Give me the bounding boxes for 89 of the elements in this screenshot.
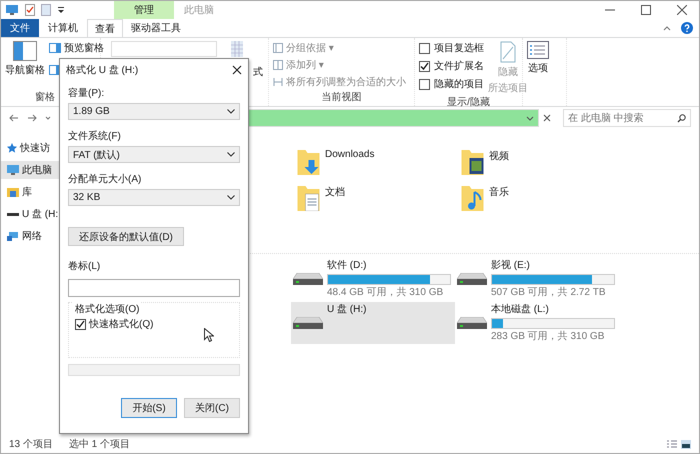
sidebar-item[interactable]: U 盘 (H: [1,205,101,223]
group-by-button[interactable]: 分组依据 ▾ [273,41,410,55]
drive-icon [7,212,19,216]
drive-item[interactable]: 本地磁盘 (L:) 283 GB 可用，共 310 GB [455,302,625,344]
close-icon[interactable] [232,65,242,75]
folder-icon [461,149,485,175]
folder-icon [297,185,321,211]
cursor-icon [204,328,214,342]
caret-icon[interactable] [57,6,65,14]
chevron-icon [227,109,235,114]
drive-item[interactable]: 影视 (E:) 507 GB 可用，共 2.72 TB [455,258,625,300]
forward-icon[interactable] [27,114,37,122]
help-icon[interactable] [681,22,693,34]
folder-item[interactable]: Downloads [297,149,461,177]
chevron-icon [227,195,235,200]
columns-icon [273,43,283,53]
pane-layout-icon[interactable] [49,65,61,75]
restore-defaults-button[interactable]: 还原设备的默认值(D) [68,227,184,246]
checkbox[interactable] [75,318,86,330]
ribbon-tab[interactable]: 查看 [87,19,123,37]
add-columns-button[interactable]: 添加列 ▾ [273,58,410,72]
ribbon-checkbox[interactable]: 文件扩展名 [419,59,484,73]
quick-format-checkbox[interactable]: 快速格式化(Q) [75,317,154,331]
pane-layout-icon [49,43,61,53]
folder-item[interactable]: 音乐 [461,185,625,213]
folder-item[interactable]: 文档 [297,185,461,213]
network-icon [7,231,19,241]
column-width-icon [273,77,283,87]
group-label: 当前视图 [322,90,362,104]
folder-item[interactable]: 视频 [461,149,625,177]
folder-icon [461,185,485,211]
drive-icon [293,272,323,286]
drive-icon [457,272,487,286]
dialog-title: 格式化 U 盘 (H:) [66,64,138,77]
search-icon [677,114,686,123]
drive-icon [293,316,323,330]
close-icon[interactable] [543,114,551,122]
pane-layout-icon [13,41,37,61]
maximize-icon[interactable] [641,5,651,15]
collapse-icon[interactable] [663,26,671,30]
volume-label-field[interactable] [68,279,240,297]
group-label: 窗格 [35,90,55,104]
folder-icon [297,149,321,175]
dialog-button[interactable]: 开始(S) [121,398,177,418]
ribbon-tab[interactable]: 文件 [1,19,39,37]
library-icon [7,187,19,197]
drive-item[interactable]: 软件 (D:) 48.4 GB 可用，共 310 GB [291,258,455,300]
chevron-icon [227,152,235,157]
field-label: 卷标(L) [68,260,100,273]
dropdown[interactable]: 32 KB [68,189,240,206]
checkbox[interactable] [419,42,430,54]
dialog-button[interactable]: 关闭(C) [184,398,240,418]
document-icon [500,41,516,63]
options-button[interactable]: 选项 [527,41,549,104]
window-title: 此电脑 [184,4,214,17]
ribbon-tab[interactable]: 计算机 [41,19,85,37]
context-tab-header: 管理 [114,1,174,19]
back-icon[interactable] [9,114,19,122]
computer-icon [7,165,19,175]
computer-icon[interactable] [5,4,19,16]
close-icon[interactable] [677,5,687,15]
dropdown[interactable]: 1.89 GB [68,103,240,120]
item-count: 13 个项目 [9,438,53,451]
minimize-icon[interactable] [605,9,615,11]
checkbox[interactable] [419,60,430,72]
checkbox[interactable] [419,78,430,90]
group-label: 格式化选项(O) [73,302,142,316]
ribbon-checkbox[interactable]: 项目复选框 [419,41,484,55]
details-view-icon[interactable] [667,440,677,448]
ribbon-checkbox[interactable]: 隐藏的项目 [419,77,484,91]
group-label: 显示/隐藏 [447,96,490,109]
properties-icon[interactable] [25,4,35,16]
large-icons-view-icon[interactable] [681,440,691,448]
list-icon [527,41,549,59]
search-field[interactable]: 在 此电脑 中搜索 [563,109,691,127]
dropdown-icon[interactable] [526,116,534,121]
field-label: 容量(P): [68,86,104,100]
ribbon-tab[interactable]: 驱动器工具 [125,19,187,37]
size-columns-button[interactable]: 将所有列调整为合适的大小 [273,75,410,89]
drive-item[interactable]: U 盘 (H:) [291,302,455,344]
selection-count: 选中 1 个项目 [68,438,130,451]
navigation-pane-button[interactable]: 导航窗格 [5,41,45,90]
preview-pane-button[interactable]: 预览窗格 [49,41,104,55]
field-label: 文件系统(F) [68,130,121,143]
star-icon [7,143,17,153]
dropdown[interactable]: FAT (默认) [68,146,240,163]
button-label: 式 [253,66,263,80]
drive-icon [457,316,487,330]
columns-icon [273,60,283,70]
